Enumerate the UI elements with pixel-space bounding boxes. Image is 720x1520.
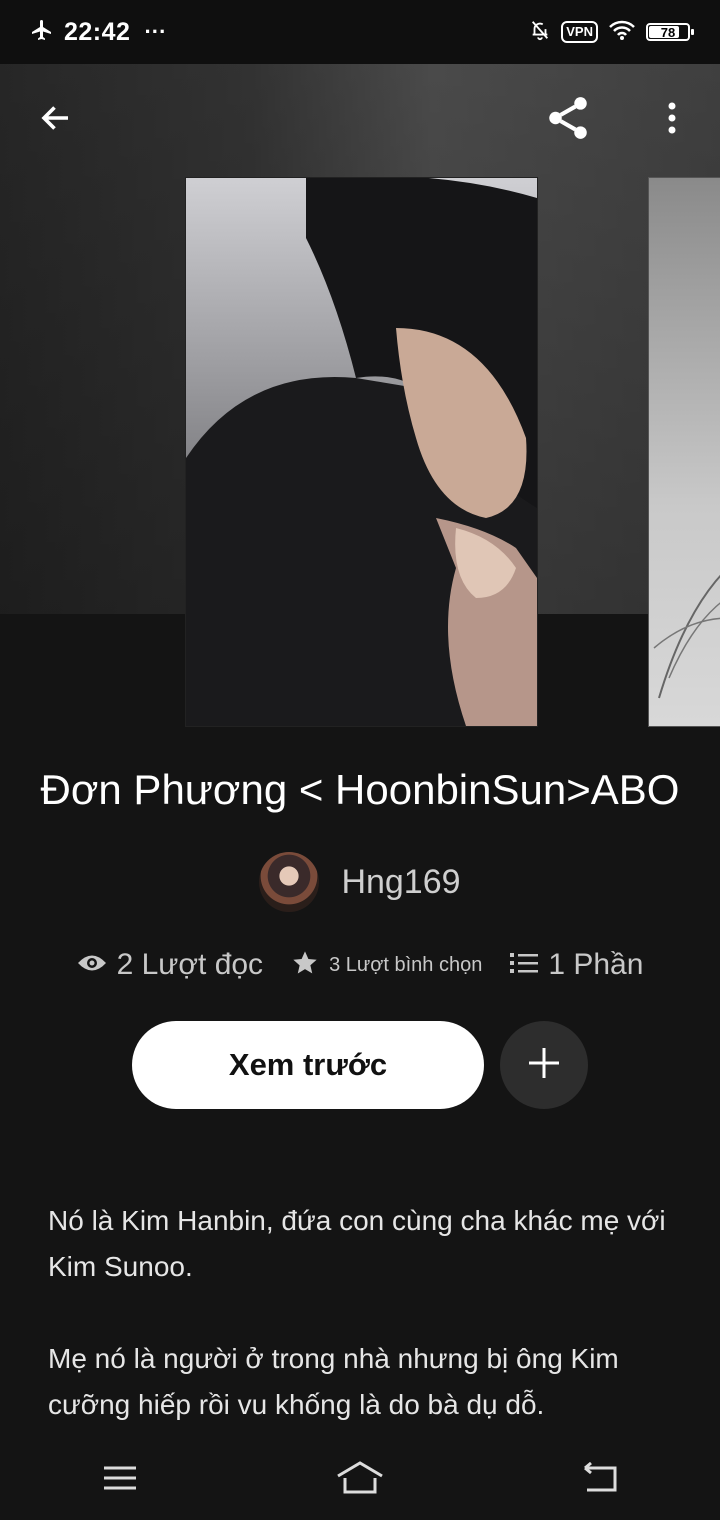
more-vert-icon	[666, 100, 678, 141]
recents-button[interactable]	[80, 1450, 160, 1510]
description-paragraph-2: Mẹ nó là người ở trong nhà nhưng bị ông …	[48, 1343, 619, 1420]
status-right: VPN 78	[529, 18, 694, 47]
status-left: 22:42 ···	[30, 18, 166, 47]
preview-button[interactable]: Xem trước	[132, 1021, 484, 1109]
add-to-library-button[interactable]	[500, 1021, 588, 1109]
back-button[interactable]	[28, 92, 84, 148]
votes-stat: 3 Lượt bình chọn	[291, 949, 482, 982]
wifi-icon	[608, 19, 636, 46]
parts-count: 1 Phần	[548, 948, 644, 981]
home-icon	[335, 1460, 385, 1501]
author-avatar[interactable]	[259, 852, 320, 912]
story-stats: 2 Lượt đọc 3 Lượt bình chọn 1 Phần	[0, 948, 720, 982]
reads-stat: 2 Lượt đọc	[77, 948, 264, 982]
status-time: 22:42	[64, 17, 131, 46]
story-title: Đơn Phương < HoonbinSun>ABO	[40, 766, 680, 813]
story-description: Nó là Kim Hanbin, đứa con cùng cha khác …	[48, 1198, 678, 1474]
list-icon	[510, 951, 539, 980]
system-nav-bar	[0, 1440, 720, 1520]
next-cover-image[interactable]	[648, 177, 720, 727]
description-paragraph-1: Nó là Kim Hanbin, đứa con cùng cha khác …	[48, 1205, 666, 1282]
menu-icon	[102, 1465, 138, 1496]
plus-icon	[526, 1045, 562, 1086]
status-more-dots: ···	[144, 19, 167, 44]
back-icon	[581, 1461, 619, 1499]
airplane-icon	[30, 18, 54, 47]
story-cover-image[interactable]	[185, 177, 538, 727]
reads-count: 2 Lượt đọc	[116, 948, 264, 981]
more-options-button[interactable]	[644, 92, 700, 148]
vpn-badge: VPN	[561, 21, 598, 43]
share-icon	[543, 93, 593, 148]
star-icon	[291, 949, 319, 982]
battery-indicator: 78	[646, 23, 694, 41]
eye-icon	[77, 952, 107, 979]
votes-count: 3 Lượt bình chọn	[329, 953, 483, 976]
battery-level-text: 78	[660, 24, 676, 40]
share-button[interactable]	[540, 92, 596, 148]
author-name[interactable]: Hng169	[341, 863, 460, 902]
status-bar: 22:42 ··· VPN 78	[0, 0, 720, 64]
arrow-left-icon	[38, 100, 74, 141]
home-button[interactable]	[320, 1450, 400, 1510]
author-row[interactable]: Hng169	[0, 852, 720, 912]
bell-off-icon	[529, 18, 551, 47]
system-back-button[interactable]	[560, 1450, 640, 1510]
parts-stat: 1 Phần	[510, 948, 643, 982]
